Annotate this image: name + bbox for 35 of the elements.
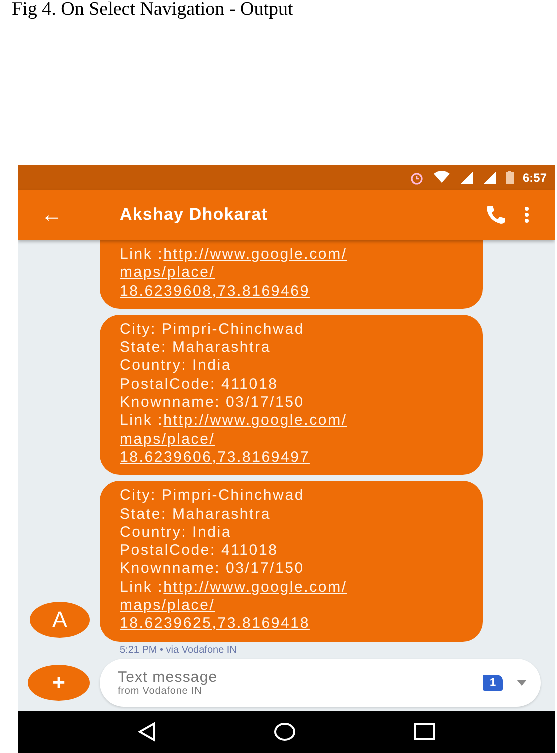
map-link[interactable]: Link :http://www.google.com/ maps/place/ 18.6239625,73.8169418 (120, 578, 463, 634)
contact-name: Akshay Dhokarat (120, 205, 269, 225)
back-triangle-icon[interactable] (136, 722, 157, 742)
message-timestamp: 5:21 PM • via Vodafone IN (120, 644, 238, 655)
message-line: State: Maharashtra (120, 339, 272, 358)
back-button[interactable]: ← (28, 202, 76, 228)
caret-icon[interactable] (517, 680, 527, 686)
more-icon[interactable] (525, 207, 529, 223)
message-input-field[interactable]: Text message from Vodafone IN 1 (100, 659, 541, 707)
add-attachment-button[interactable]: + (28, 665, 90, 701)
message-line: Country: India (120, 524, 233, 542)
signal-icon (482, 171, 497, 184)
home-circle-icon[interactable] (274, 722, 296, 742)
message-line: Knownname: 03/17/150 (120, 560, 306, 579)
figure-caption: Fig 4. On Select Navigation - Output (12, 0, 294, 22)
status-time: 6:57 (522, 170, 547, 184)
battery-icon (506, 171, 514, 184)
wifi-icon (432, 171, 451, 184)
alarm-icon (410, 170, 424, 184)
signal-icon (460, 171, 474, 184)
sim-hint: from Vodafone IN (118, 686, 204, 697)
map-link[interactable]: Link :http://www.google.com/ maps/place/ 18.6239608,73.8169469 (120, 246, 463, 301)
message-line: City: Pimpri-Chinchwad (120, 487, 306, 506)
message-line: City: Pimpri-Chinchwad (120, 320, 306, 340)
message-line: Knownname: 03/17/150 (120, 394, 306, 412)
square-icon[interactable] (414, 723, 436, 741)
contact-avatar[interactable]: A (30, 602, 90, 638)
phone-icon[interactable] (485, 204, 507, 226)
message-line: State: Maharashtra (120, 506, 272, 524)
message-line: PostalCode: 411018 (120, 542, 280, 560)
map-link[interactable]: Link :http://www.google.com/ maps/place/ 18.6239606,73.8169497 (120, 412, 463, 468)
sim-badge[interactable]: 1 (483, 675, 503, 691)
placeholder-text: Text message (118, 669, 219, 686)
message-line: PostalCode: 411018 (120, 376, 280, 394)
message-line: Country: India (120, 357, 233, 376)
